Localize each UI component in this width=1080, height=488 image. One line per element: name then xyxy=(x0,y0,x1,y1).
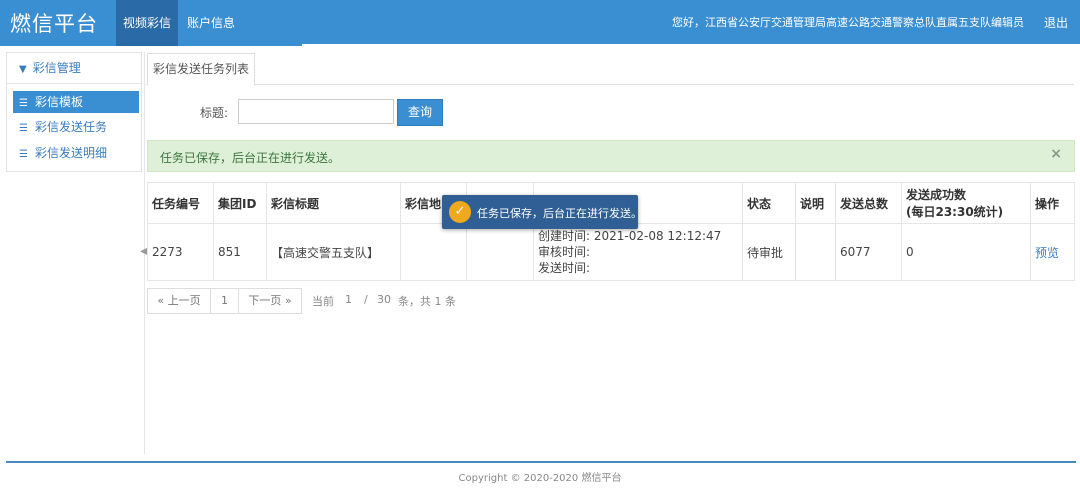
column-header-action: 操作 xyxy=(1030,182,1075,224)
sitemap-icon: ☰ xyxy=(19,123,28,134)
pager-current-label: 当前 xyxy=(312,295,334,308)
sitemap-icon: ☰ xyxy=(19,149,28,160)
toast-message: 任务已保存，后台正在进行发送。 xyxy=(477,207,642,220)
header-divider xyxy=(302,44,1080,48)
app-logo: 燃信平台 xyxy=(10,12,98,36)
pager-total-pages: 30 xyxy=(377,293,391,306)
chevron-down-icon: ▼ xyxy=(19,64,27,75)
close-icon[interactable]: × xyxy=(1050,146,1062,162)
tab-strip xyxy=(146,84,1074,85)
nav-tab-video-mms[interactable]: 视频彩信 xyxy=(116,0,178,46)
sidebar-section-mms-management[interactable]: ▼ 彩信管理 xyxy=(7,53,141,84)
sidebar: ▼ 彩信管理 ☰ 彩信模板 ☰ 彩信发送任务 ☰ 彩信发送明细 xyxy=(6,52,142,172)
pager-count-suffix: 条，共 1 条 xyxy=(398,295,456,308)
user-greeting: 您好，江西省公安厅交通管理局高速公路交通警察总队直属五支队编辑员 xyxy=(672,16,1024,29)
sidebar-item-label: 彩信发送明细 xyxy=(35,146,108,160)
column-header-status: 状态 xyxy=(742,182,796,224)
cell-total-sent: 6077 xyxy=(835,223,902,281)
table-row: 2273 851 【高速交警五支队】 创建时间: 2021-02-08 12:1… xyxy=(147,223,1075,281)
cell-success-count: 0 xyxy=(901,223,1031,281)
column-header-mms-title: 彩信标题 xyxy=(266,182,401,224)
created-time: 创建时间: 2021-02-08 12:12:47 xyxy=(538,229,722,243)
sidebar-section-label: 彩信管理 xyxy=(32,61,81,75)
title-search-label: 标题: xyxy=(200,106,229,120)
query-button[interactable]: 查询 xyxy=(397,99,443,126)
column-header-group-id: 集团ID xyxy=(213,182,267,224)
cell-times: 创建时间: 2021-02-08 12:12:47 审核时间: 发送时间: xyxy=(533,223,743,281)
cell-task-no: 2273 xyxy=(147,223,214,281)
pager-separator: / xyxy=(364,293,368,306)
sidebar-item-mms-send-task[interactable]: ☰ 彩信发送任务 xyxy=(13,116,139,138)
sidebar-item-mms-send-detail[interactable]: ☰ 彩信发送明细 xyxy=(13,142,139,164)
page-number-button[interactable]: 1 xyxy=(210,288,239,314)
sidebar-item-label: 彩信发送任务 xyxy=(35,120,108,134)
success-alert: 任务已保存，后台正在进行发送。 × xyxy=(147,140,1075,172)
column-header-total-sent: 发送总数 xyxy=(835,182,902,224)
logout-link[interactable]: 退出 xyxy=(1044,0,1068,46)
sent-time: 发送时间: xyxy=(538,261,591,275)
reviewed-time: 审核时间: xyxy=(538,245,591,259)
preview-link[interactable]: 预览 xyxy=(1035,246,1059,260)
column-header-task-no: 任务编号 xyxy=(147,182,214,224)
cell-mms-address xyxy=(400,223,467,281)
tab-mms-send-task-list[interactable]: 彩信发送任务列表 xyxy=(147,53,255,86)
column-header-success-count: 发送成功数 (每日23:30统计) xyxy=(901,182,1031,224)
next-page-button[interactable]: 下一页 » xyxy=(238,288,302,314)
cell-mms-title: 【高速交警五支队】 xyxy=(266,223,401,281)
sidebar-item-label: 彩信模板 xyxy=(35,95,84,109)
check-circle-icon: ✓ xyxy=(449,201,471,223)
cell-action: 预览 xyxy=(1030,223,1075,281)
prev-page-button[interactable]: « 上一页 xyxy=(147,288,211,314)
cell-group-id: 851 xyxy=(213,223,267,281)
cell-blank xyxy=(466,223,534,281)
column-header-note: 说明 xyxy=(795,182,836,224)
footer-divider xyxy=(6,461,1076,463)
save-toast: ✓ 任务已保存，后台正在进行发送。 xyxy=(442,195,642,229)
sidebar-item-mms-template[interactable]: ☰ 彩信模板 xyxy=(13,91,139,113)
title-search-input[interactable] xyxy=(238,99,394,124)
cell-note xyxy=(795,223,836,281)
footer-copyright: Copyright © 2020-2020 燃信平台 xyxy=(458,473,622,484)
success-count-title: 发送成功数 xyxy=(906,188,967,202)
alert-message: 任务已保存，后台正在进行发送。 xyxy=(160,151,341,165)
top-navbar: 燃信平台 视频彩信 账户信息 您好，江西省公安厅交通管理局高速公路交通警察总队直… xyxy=(0,0,1080,46)
sitemap-icon: ☰ xyxy=(19,98,28,109)
nav-tab-account-info[interactable]: 账户信息 xyxy=(180,0,242,46)
cell-status: 待审批 xyxy=(742,223,796,281)
pager-page: 1 xyxy=(345,293,352,306)
success-count-subtitle: (每日23:30统计) xyxy=(906,205,1004,219)
